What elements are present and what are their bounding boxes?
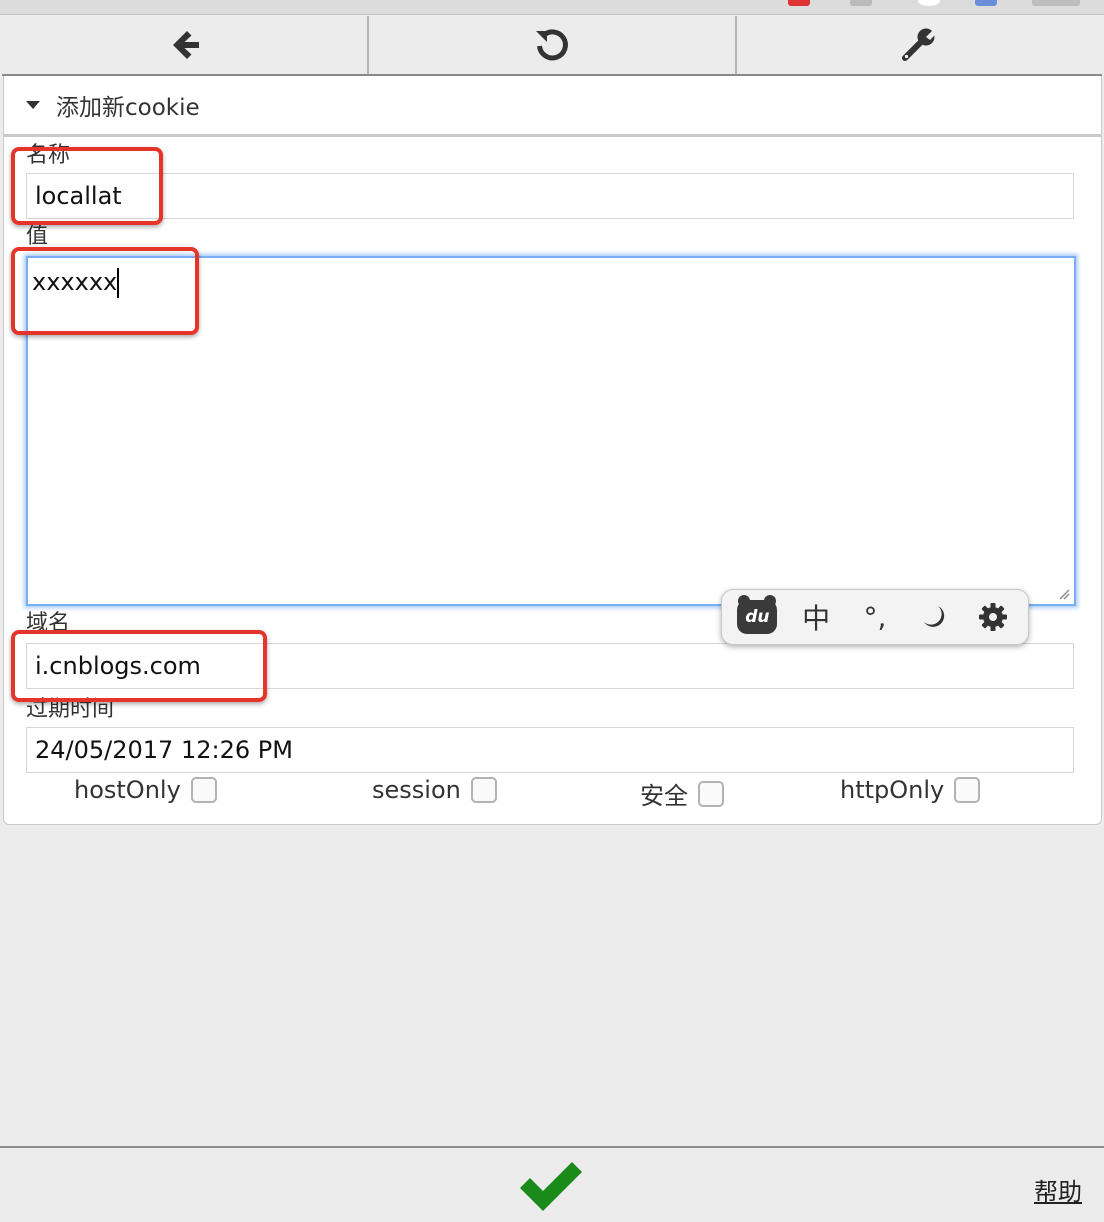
secure-checkbox-row[interactable]: 安全 [640,776,724,811]
session-label: session [372,776,461,804]
hostonly-label: hostOnly [74,776,181,804]
secure-checkbox[interactable] [698,780,724,807]
add-cookie-panel: 添加新cookie 名称 值 xxxxxx 域名 过期时间 hostOnly s… [3,76,1102,825]
settings-button[interactable] [737,16,1102,74]
name-input[interactable] [26,173,1074,219]
moon-icon [923,606,944,627]
value-text: xxxxxx [32,268,118,296]
panel-title: 添加新cookie [56,95,200,121]
text-caret [117,268,120,298]
session-checkbox-row[interactable]: session [372,776,497,804]
footer-bar: 帮助 [0,1146,1104,1222]
domain-label: 域名 [26,611,71,636]
help-link[interactable]: 帮助 [1034,1172,1082,1207]
refresh-button[interactable] [369,16,737,74]
extension-icon[interactable] [1032,0,1080,6]
ime-logo-button[interactable]: du [735,595,779,639]
panel-header[interactable]: 添加新cookie [4,76,1101,137]
expires-label: 过期时间 [26,697,115,722]
gear-icon [978,603,1007,631]
refresh-icon [535,29,568,61]
ime-mode-button[interactable]: 中 [794,595,838,639]
httponly-checkbox-row[interactable]: httpOnly [840,776,981,804]
httponly-label: httpOnly [840,776,945,804]
ime-theme-button[interactable] [912,595,956,639]
session-checkbox[interactable] [470,777,497,803]
checkmark-icon [520,1162,582,1211]
ime-logo: du [737,595,778,634]
extension-icon[interactable] [850,0,872,6]
hostonly-checkbox-row[interactable]: hostOnly [74,776,217,804]
domain-input[interactable] [26,643,1074,689]
wrench-icon [902,28,938,61]
extension-icon[interactable] [918,0,940,6]
hostonly-checkbox[interactable] [190,777,217,803]
arrow-left-icon [172,31,199,59]
toolbar [2,16,1102,76]
name-label: 名称 [26,143,71,168]
value-label: 值 [26,224,49,249]
collapse-triangle-icon [26,101,40,109]
secure-label: 安全 [640,782,688,810]
resize-grip-icon[interactable] [1058,588,1070,600]
confirm-button[interactable] [516,1160,586,1214]
expires-input[interactable] [26,727,1074,773]
extension-icon[interactable] [788,0,810,6]
ime-punct-button[interactable]: °, [853,595,897,639]
ime-settings-button[interactable] [971,595,1015,639]
value-textarea[interactable]: xxxxxx [26,256,1076,606]
httponly-checkbox[interactable] [954,777,981,803]
browser-chrome [0,0,1104,15]
back-button[interactable] [2,16,370,74]
extension-icon[interactable] [975,0,997,6]
ime-toolbar: du 中 °, [721,589,1029,645]
